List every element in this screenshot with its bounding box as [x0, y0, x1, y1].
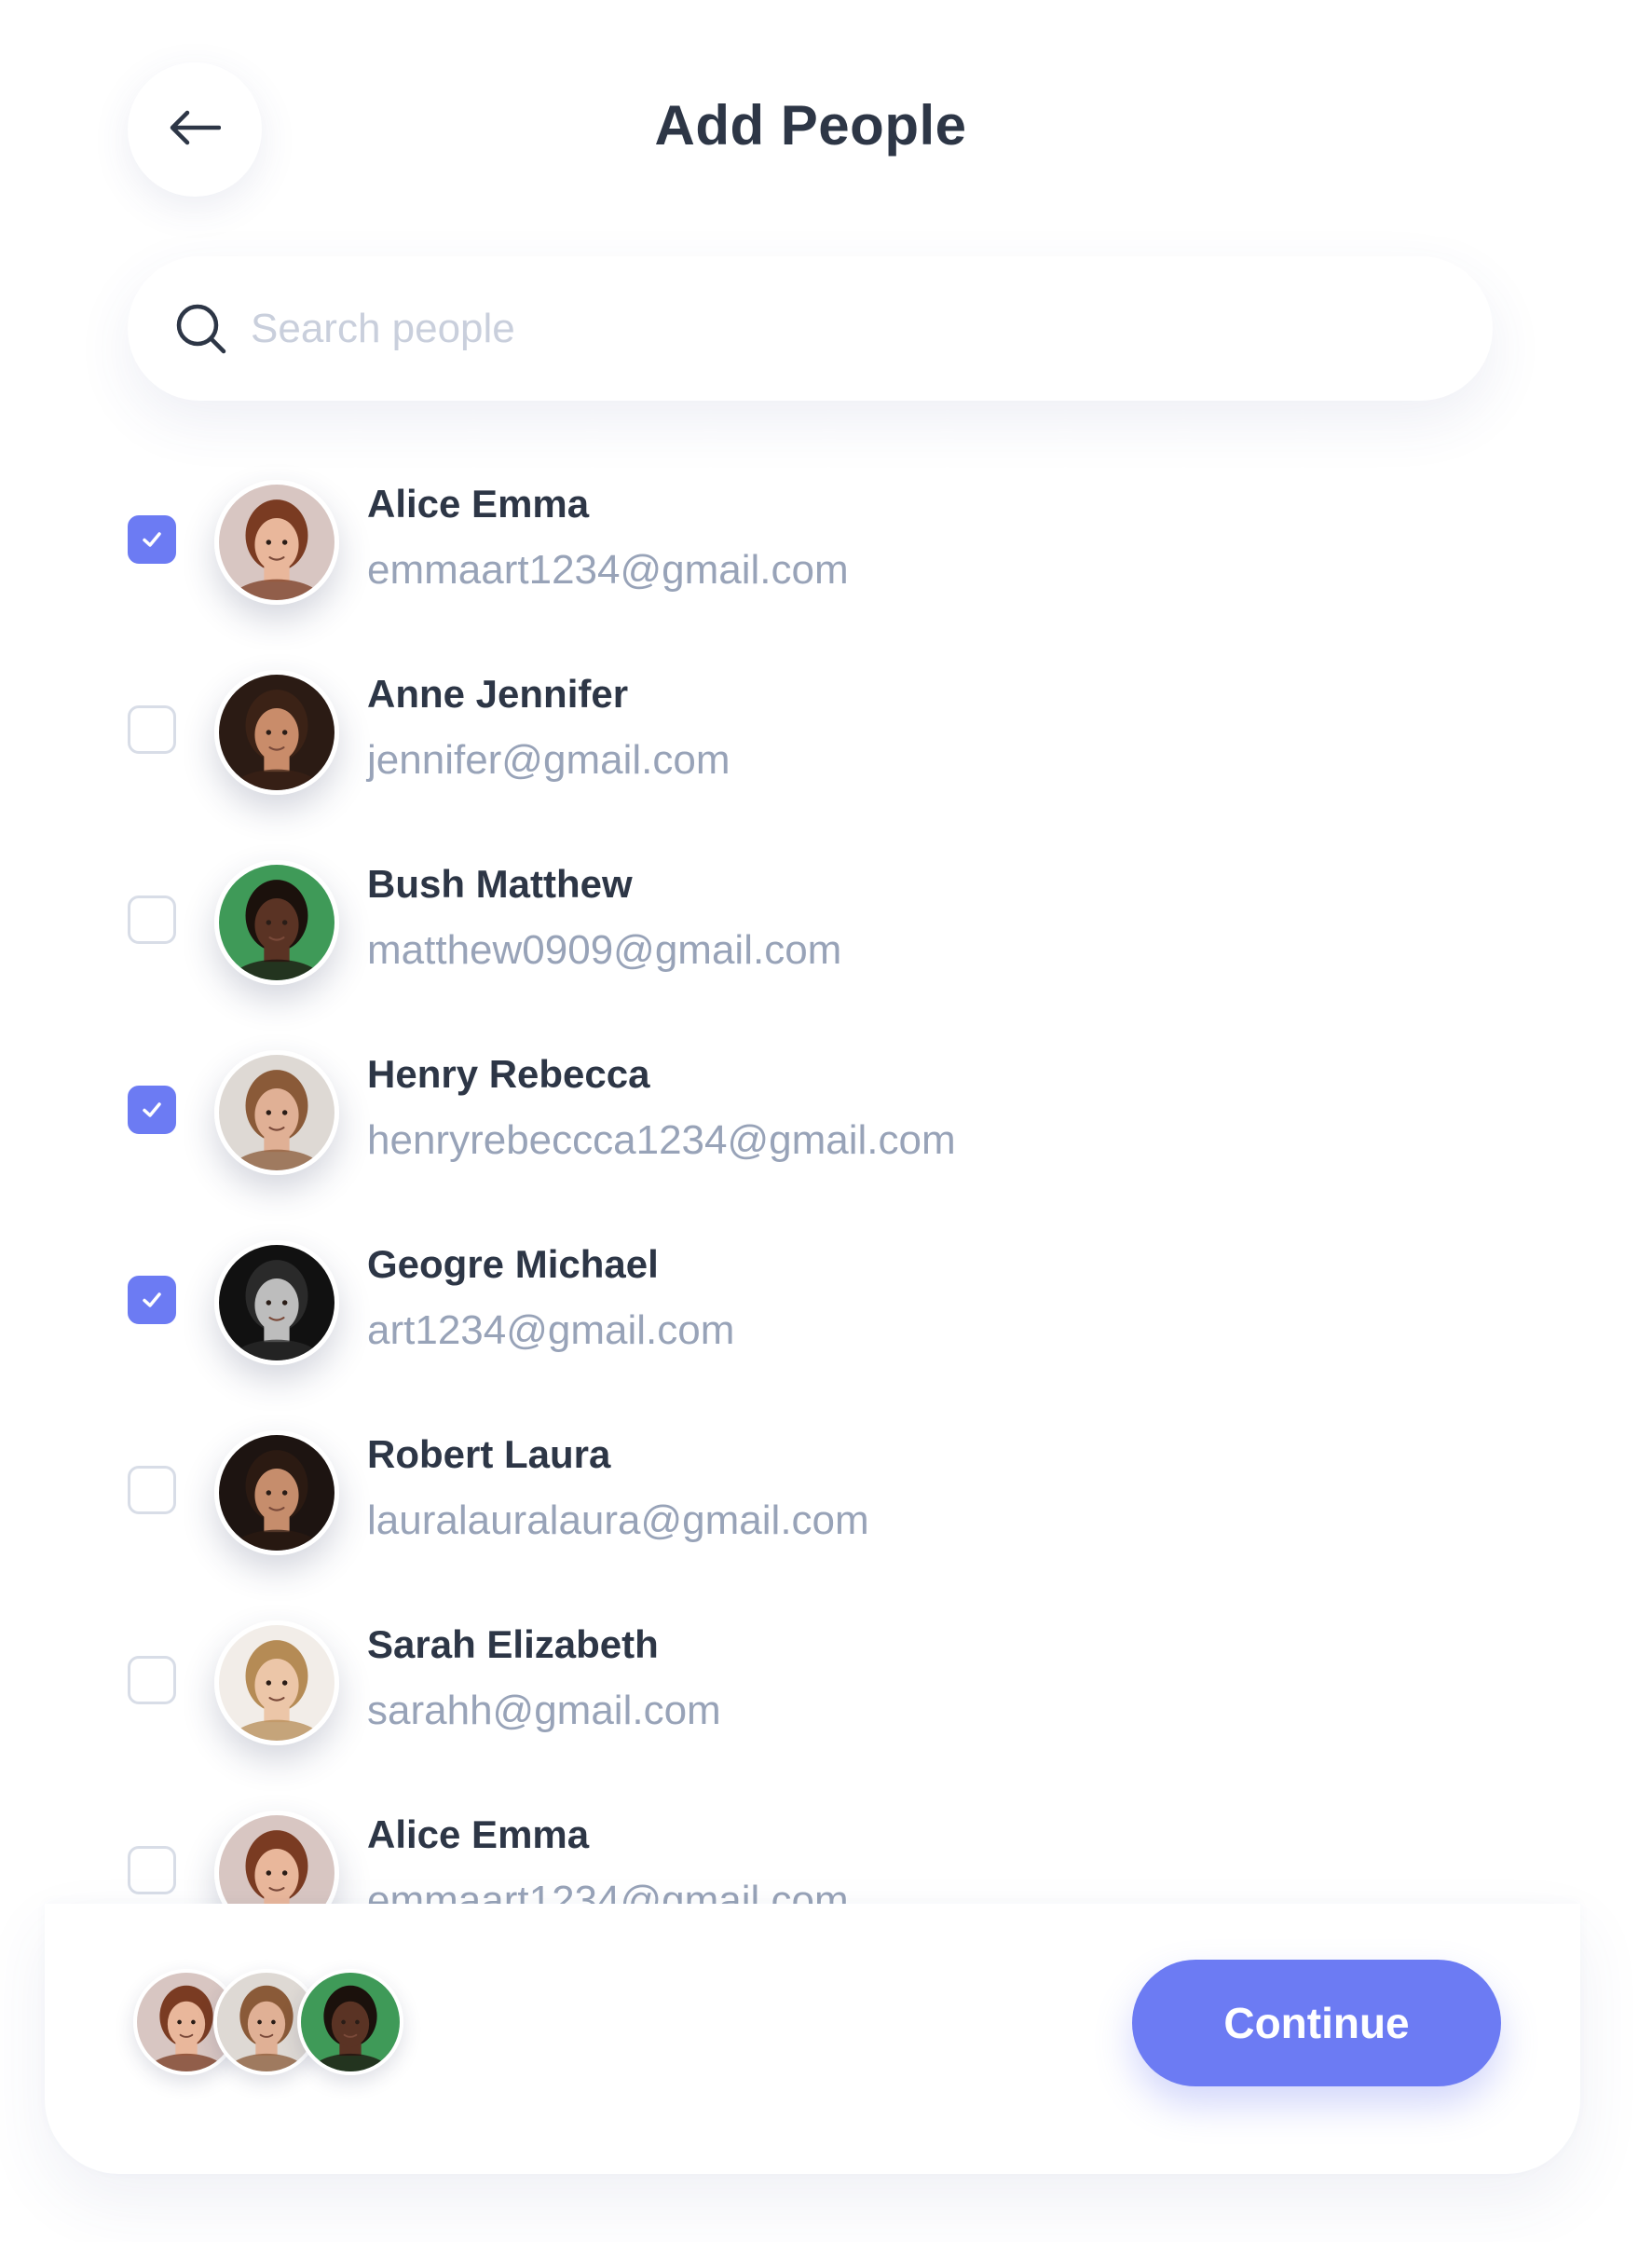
search-icon — [176, 304, 226, 353]
person-email: matthew0909@gmail.com — [367, 927, 842, 973]
avatar — [214, 1050, 339, 1175]
person-row[interactable]: Robert Laura lauralauralaura@gmail.com — [0, 1412, 1652, 1602]
person-name: Alice Emma — [367, 482, 590, 526]
avatar — [214, 1620, 339, 1745]
selected-avatar — [297, 1969, 403, 2075]
person-row[interactable]: Henry Rebecca henryrebeccca1234@gmail.co… — [0, 1032, 1652, 1222]
check-icon — [143, 532, 161, 547]
person-row[interactable]: Anne Jennifer jennifer@gmail.com — [0, 651, 1652, 841]
person-name: Alice Emma — [367, 1812, 590, 1856]
person-checkbox[interactable] — [128, 1086, 176, 1134]
person-email: emmaart1234@gmail.com — [367, 1878, 849, 1904]
person-checkbox[interactable] — [128, 705, 176, 754]
person-checkbox[interactable] — [128, 1466, 176, 1514]
person-checkbox[interactable] — [128, 1656, 176, 1704]
person-row[interactable]: Alice Emma emmaart1234@gmail.com — [0, 1792, 1652, 1904]
person-checkbox[interactable] — [128, 895, 176, 944]
person-name: Bush Matthew — [367, 862, 633, 906]
search-bar[interactable] — [128, 256, 1493, 401]
person-email: lauralauralaura@gmail.com — [367, 1497, 869, 1543]
page-title: Add People — [654, 94, 967, 157]
person-name: Robert Laura — [367, 1432, 611, 1476]
person-checkbox[interactable] — [128, 1276, 176, 1324]
person-row[interactable]: Bush Matthew matthew0909@gmail.com — [0, 841, 1652, 1032]
person-row[interactable]: Geogre Michael art1234@gmail.com — [0, 1222, 1652, 1412]
avatar — [214, 1430, 339, 1555]
avatar — [214, 480, 339, 605]
avatar — [214, 1811, 339, 1904]
continue-button[interactable]: Continue — [1132, 1960, 1501, 2086]
person-checkbox[interactable] — [128, 1846, 176, 1894]
person-email: henryrebeccca1234@gmail.com — [367, 1117, 956, 1163]
person-row[interactable]: Alice Emma emmaart1234@gmail.com — [0, 461, 1652, 651]
search-input[interactable] — [249, 304, 1371, 353]
person-email: jennifer@gmail.com — [367, 737, 730, 783]
person-email: emmaart1234@gmail.com — [367, 547, 849, 593]
footer-bar: Continue — [45, 1904, 1580, 2174]
person-checkbox[interactable] — [128, 515, 176, 564]
person-email: art1234@gmail.com — [367, 1307, 735, 1353]
person-name: Anne Jennifer — [367, 672, 629, 716]
selected-avatars — [133, 1969, 431, 2075]
avatar — [214, 1240, 339, 1365]
person-row[interactable]: Sarah Elizabeth sarahh@gmail.com — [0, 1602, 1652, 1792]
person-name: Geogre Michael — [367, 1242, 659, 1286]
person-name: Henry Rebecca — [367, 1052, 650, 1096]
avatar — [214, 670, 339, 795]
check-icon — [143, 1292, 161, 1307]
check-icon — [143, 1102, 161, 1117]
person-name: Sarah Elizabeth — [367, 1622, 659, 1666]
person-email: sarahh@gmail.com — [367, 1688, 721, 1733]
avatar — [214, 860, 339, 985]
people-list[interactable]: Alice Emma emmaart1234@gmail.com Anne Je… — [0, 461, 1652, 1904]
